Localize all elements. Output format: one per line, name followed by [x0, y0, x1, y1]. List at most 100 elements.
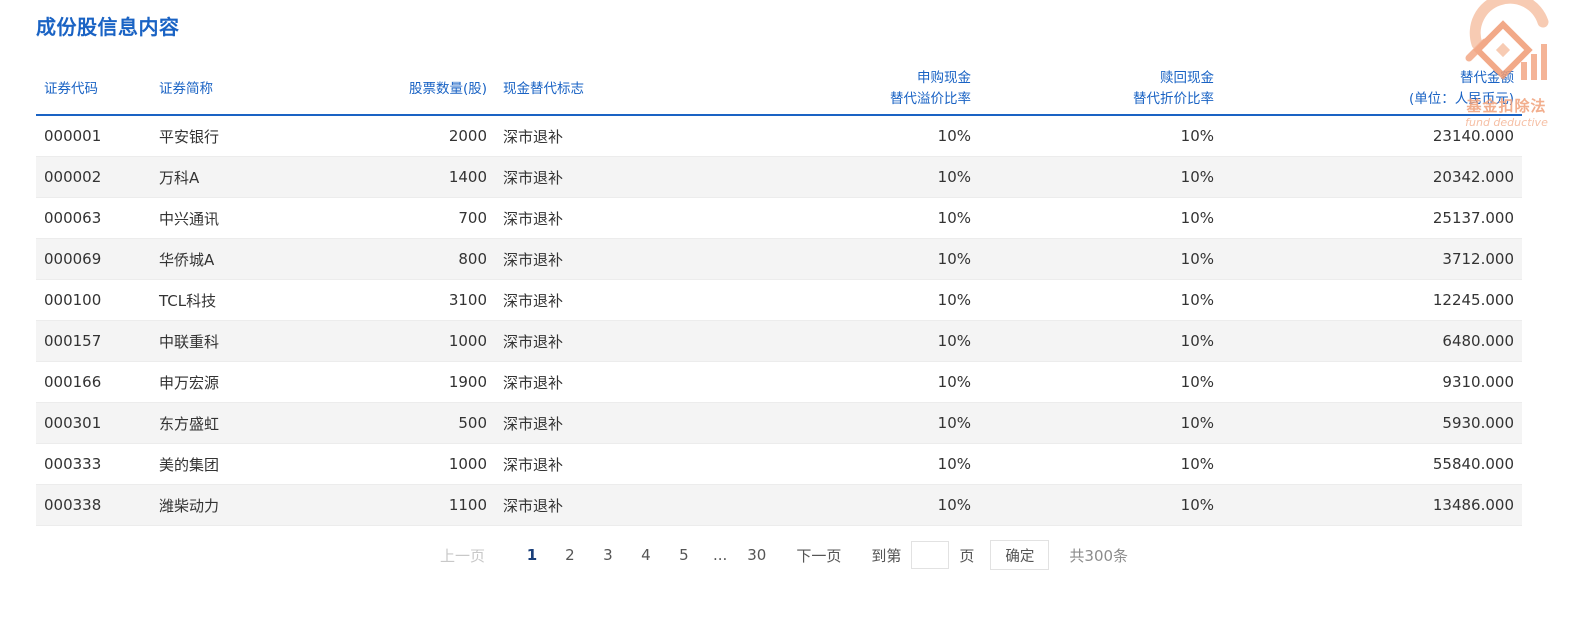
cell-discount-ratio: 10% — [979, 320, 1222, 362]
cell-substitution-amount: 25137.000 — [1222, 197, 1522, 239]
cell-security-code: 000100 — [36, 279, 151, 321]
cell-premium-ratio: 10% — [714, 197, 979, 239]
cell-substitution-amount: 5930.000 — [1222, 402, 1522, 444]
cell-substitution-amount: 3712.000 — [1222, 238, 1522, 280]
cell-security-name: 中兴通讯 — [151, 197, 301, 239]
goto-prefix-label: 到第 — [871, 546, 902, 565]
cell-security-code: 000301 — [36, 402, 151, 444]
constituent-table-container: 证券代码 证券简称 股票数量(股) 现金替代标志 申购现金 替代溢价比率 赎回现… — [36, 64, 1522, 526]
cell-security-code: 000166 — [36, 361, 151, 403]
next-page-button[interactable]: 下一页 — [796, 545, 841, 566]
table-row: 000157 中联重科 1000 深市退补 10% 10% 6480.000 — [36, 320, 1522, 362]
cell-security-name: 华侨城A — [151, 238, 301, 280]
cell-security-name: 潍柴动力 — [151, 484, 301, 526]
page-button-1[interactable]: 1 — [523, 546, 541, 564]
table-row: 000001 平安银行 2000 深市退补 10% 10% 23140.000 — [36, 115, 1522, 157]
cell-discount-ratio: 10% — [979, 197, 1222, 239]
cell-cash-substitution-flag: 深市退补 — [495, 320, 714, 362]
cell-share-quantity: 1100 — [301, 484, 495, 526]
goto-confirm-button[interactable]: 确定 — [990, 540, 1050, 570]
cell-premium-ratio: 10% — [714, 115, 979, 157]
cell-premium-ratio: 10% — [714, 443, 979, 485]
cell-cash-substitution-flag: 深市退补 — [495, 115, 714, 157]
cell-substitution-amount: 23140.000 — [1222, 115, 1522, 157]
table-row: 000100 TCL科技 3100 深市退补 10% 10% 12245.000 — [36, 279, 1522, 321]
page-title: 成份股信息内容 — [36, 15, 180, 39]
cell-discount-ratio: 10% — [979, 156, 1222, 198]
cell-discount-ratio: 10% — [979, 443, 1222, 485]
cell-share-quantity: 700 — [301, 197, 495, 239]
cell-cash-substitution-flag: 深市退补 — [495, 361, 714, 403]
header-substitution-amount: 替代金额 (单位：人民币元) — [1222, 64, 1522, 116]
cell-discount-ratio: 10% — [979, 361, 1222, 403]
page-ellipsis: ... — [712, 546, 728, 564]
cell-cash-substitution-flag: 深市退补 — [495, 484, 714, 526]
cell-security-code: 000001 — [36, 115, 151, 157]
cell-substitution-amount: 6480.000 — [1222, 320, 1522, 362]
header-security-name: 证券简称 — [151, 64, 301, 116]
cell-discount-ratio: 10% — [979, 115, 1222, 157]
table-header-row: 证券代码 证券简称 股票数量(股) 现金替代标志 申购现金 替代溢价比率 赎回现… — [36, 64, 1522, 116]
cell-discount-ratio: 10% — [979, 279, 1222, 321]
constituent-table: 证券代码 证券简称 股票数量(股) 现金替代标志 申购现金 替代溢价比率 赎回现… — [36, 64, 1522, 526]
page-button-4[interactable]: 4 — [637, 546, 655, 564]
table-row: 000063 中兴通讯 700 深市退补 10% 10% 25137.000 — [36, 197, 1522, 239]
cell-security-name: TCL科技 — [151, 279, 301, 321]
goto-suffix-label: 页 — [959, 546, 975, 565]
cell-security-name: 美的集团 — [151, 443, 301, 485]
cell-security-code: 000069 — [36, 238, 151, 280]
cell-security-name: 中联重科 — [151, 320, 301, 362]
header-cash-substitution-flag: 现金替代标志 — [495, 64, 714, 116]
page-button-3[interactable]: 3 — [599, 546, 617, 564]
header-subscription-premium-ratio: 申购现金 替代溢价比率 — [714, 64, 979, 116]
cell-security-code: 000333 — [36, 443, 151, 485]
table-row: 000338 潍柴动力 1100 深市退补 10% 10% 13486.000 — [36, 484, 1522, 526]
prev-page-button[interactable]: 上一页 — [440, 545, 485, 566]
table-row: 000301 东方盛虹 500 深市退补 10% 10% 5930.000 — [36, 402, 1522, 444]
page-button-2[interactable]: 2 — [561, 546, 579, 564]
cell-cash-substitution-flag: 深市退补 — [495, 402, 714, 444]
table-row: 000166 申万宏源 1900 深市退补 10% 10% 9310.000 — [36, 361, 1522, 403]
cell-security-code: 000063 — [36, 197, 151, 239]
cell-share-quantity: 1400 — [301, 156, 495, 198]
cell-security-code: 000157 — [36, 320, 151, 362]
page-button-5[interactable]: 5 — [675, 546, 693, 564]
cell-substitution-amount: 9310.000 — [1222, 361, 1522, 403]
cell-premium-ratio: 10% — [714, 402, 979, 444]
cell-discount-ratio: 10% — [979, 238, 1222, 280]
table-row: 000333 美的集团 1000 深市退补 10% 10% 55840.000 — [36, 443, 1522, 485]
page-button-last[interactable]: 30 — [747, 546, 766, 564]
pagination: 上一页 1 2 3 4 5 ... 30 下一页 到第 页 确定 共300条 — [0, 539, 1568, 571]
cell-security-code: 000002 — [36, 156, 151, 198]
cell-premium-ratio: 10% — [714, 156, 979, 198]
cell-security-code: 000338 — [36, 484, 151, 526]
cell-security-name: 东方盛虹 — [151, 402, 301, 444]
cell-premium-ratio: 10% — [714, 238, 979, 280]
header-share-quantity: 股票数量(股) — [301, 64, 495, 116]
cell-premium-ratio: 10% — [714, 484, 979, 526]
cell-premium-ratio: 10% — [714, 361, 979, 403]
header-security-code: 证券代码 — [36, 64, 151, 116]
cell-share-quantity: 1900 — [301, 361, 495, 403]
cell-premium-ratio: 10% — [714, 279, 979, 321]
cell-share-quantity: 1000 — [301, 443, 495, 485]
header-redemption-discount-ratio: 赎回现金 替代折价比率 — [979, 64, 1222, 116]
cell-security-name: 申万宏源 — [151, 361, 301, 403]
cell-cash-substitution-flag: 深市退补 — [495, 279, 714, 321]
cell-cash-substitution-flag: 深市退补 — [495, 443, 714, 485]
cell-discount-ratio: 10% — [979, 402, 1222, 444]
cell-substitution-amount: 55840.000 — [1222, 443, 1522, 485]
cell-share-quantity: 1000 — [301, 320, 495, 362]
cell-share-quantity: 3100 — [301, 279, 495, 321]
cell-share-quantity: 500 — [301, 402, 495, 444]
cell-substitution-amount: 12245.000 — [1222, 279, 1522, 321]
cell-security-name: 平安银行 — [151, 115, 301, 157]
cell-cash-substitution-flag: 深市退补 — [495, 238, 714, 280]
cell-premium-ratio: 10% — [714, 320, 979, 362]
table-row: 000002 万科A 1400 深市退补 10% 10% 20342.000 — [36, 156, 1522, 198]
goto-page-input[interactable] — [911, 541, 950, 569]
cell-share-quantity: 800 — [301, 238, 495, 280]
cell-cash-substitution-flag: 深市退补 — [495, 156, 714, 198]
cell-share-quantity: 2000 — [301, 115, 495, 157]
total-count: 共300条 — [1069, 546, 1129, 565]
